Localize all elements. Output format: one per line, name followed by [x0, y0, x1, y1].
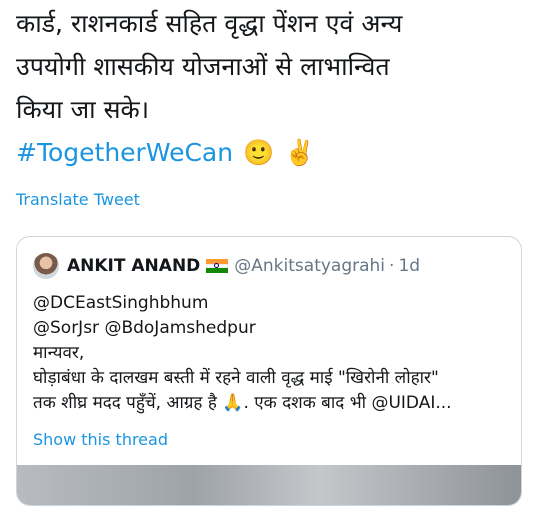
quoted-body-line[interactable]: @DCEastSinghbhum [33, 291, 513, 316]
slightly-smiling-face-icon: 🙂 [243, 138, 275, 167]
victory-hand-icon: ✌️ [284, 138, 316, 167]
quoted-body-line: तक शीघ्र मदद पहुँचें, आग्रह है 🙏. एक दशक… [33, 393, 452, 413]
quoted-author-handle[interactable]: @Ankitsatyagrahi [234, 256, 385, 276]
quoted-tweet-body: @DCEastSinghbhum @SorJsr @BdoJamshedpur … [33, 291, 513, 416]
hashtag-link[interactable]: #TogetherWeCan [16, 131, 233, 174]
tweet-text-line: कार्ड, राशनकार्ड सहित वृद्धा पेंशन एवं अ… [16, 9, 403, 38]
quoted-tweet-media[interactable] [17, 465, 521, 505]
tweet-text-line: उपयोगी शासकीय योजनाओं से लाभान्वित [16, 52, 390, 81]
translate-tweet-link[interactable]: Translate Tweet [16, 190, 140, 209]
show-thread-link[interactable]: Show this thread [33, 430, 168, 449]
quoted-tweet-date[interactable]: 1d [398, 256, 420, 276]
quoted-body-line: घोड़ाबंधा के दालखम बस्ती में रहने वाली व… [33, 368, 439, 388]
tweet-text-line: किया जा सके। [16, 95, 150, 124]
tweet-text: कार्ड, राशनकार्ड सहित वृद्धा पेंशन एवं अ… [16, 2, 528, 174]
separator-dot: · [389, 256, 395, 276]
avatar[interactable] [33, 253, 59, 279]
quoted-author-name[interactable]: ANKIT ANAND [67, 256, 200, 276]
quoted-body-line: मान्यवर, [33, 343, 85, 363]
quoted-tweet-card[interactable]: ANKIT ANAND @Ankitsatyagrahi · 1d @DCEas… [16, 236, 522, 506]
quoted-tweet-header: ANKIT ANAND @Ankitsatyagrahi · 1d [33, 253, 420, 279]
hashtag-line: #TogetherWeCan 🙂 ✌️ [16, 131, 528, 174]
quoted-body-line[interactable]: @SorJsr @BdoJamshedpur [33, 316, 513, 341]
india-flag-icon [206, 259, 229, 273]
